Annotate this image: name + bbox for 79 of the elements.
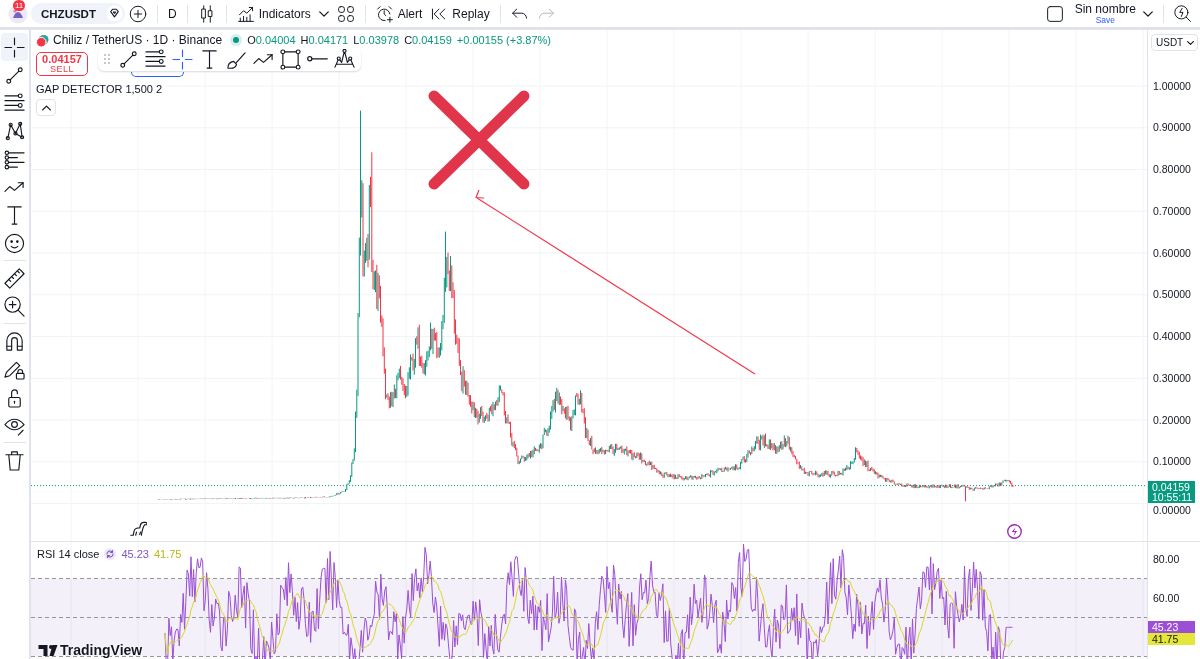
price-axis-label: 0.50000 bbox=[1153, 288, 1191, 302]
crosshair-icon bbox=[172, 48, 193, 70]
sell-button[interactable]: 0.04157 SELL bbox=[36, 52, 88, 76]
alarm-clock-icon bbox=[375, 4, 394, 23]
peaks-pattern-tool-button[interactable] bbox=[331, 47, 358, 71]
save-link[interactable]: Save bbox=[1095, 15, 1115, 25]
crosshair-tool-button[interactable] bbox=[1, 33, 28, 61]
ohlc-label: L bbox=[353, 34, 360, 46]
node-lines-icon bbox=[4, 148, 25, 170]
smiley-icon bbox=[4, 232, 25, 254]
chevron-down-icon bbox=[1143, 10, 1153, 17]
replay-button[interactable]: Replay bbox=[426, 2, 494, 25]
rsi-average-badge: 41.75 bbox=[1148, 633, 1195, 645]
price-axis-label: 1.00000 bbox=[1153, 79, 1191, 93]
ohlc-value: 0.03978 bbox=[359, 34, 400, 46]
chevron-down-icon bbox=[318, 10, 329, 17]
price-axis-label: 0.80000 bbox=[1153, 163, 1191, 176]
price-axis-label: 0.30000 bbox=[1153, 371, 1191, 385]
indicator-label[interactable]: GAP DETECTOR 1,500 2 bbox=[36, 82, 163, 96]
ruler-icon bbox=[4, 267, 25, 289]
alert-button[interactable]: Alert bbox=[371, 2, 427, 25]
price-axis-label: 0.20000 bbox=[1153, 413, 1191, 427]
square-icon bbox=[1045, 4, 1064, 23]
status-dot-icon bbox=[230, 34, 243, 46]
indicator-title[interactable]: RSI 14 close bbox=[37, 548, 100, 560]
rsi-value-badge: 45.23 bbox=[1148, 621, 1195, 633]
ohlc-value: 0.04159 bbox=[412, 34, 452, 46]
rsi-axis-label: 80.00 bbox=[1153, 552, 1180, 566]
symbol-title[interactable]: Chiliz / TetherUS · 1D · Binance bbox=[53, 33, 223, 47]
interval-button[interactable]: D bbox=[163, 2, 181, 25]
chevron-down-icon bbox=[1187, 40, 1194, 45]
last-price-value: 0.04159 bbox=[1152, 481, 1191, 492]
price-axis-label: 0.00000 bbox=[1153, 504, 1191, 517]
price-axis-label: 0.90000 bbox=[1153, 121, 1191, 135]
pattern-icon bbox=[4, 120, 25, 142]
dinosaur-icon bbox=[130, 519, 147, 539]
text-icon bbox=[4, 204, 25, 226]
trend-line-icon bbox=[4, 64, 25, 86]
ohlc-label: H bbox=[300, 34, 309, 46]
ray-icon bbox=[307, 56, 328, 62]
plus-circle-icon bbox=[128, 4, 147, 23]
coin-logo-icon bbox=[36, 33, 49, 47]
rsi-average-value: 41.75 bbox=[153, 548, 182, 560]
bar-chart-icon bbox=[236, 4, 255, 23]
currency-dropdown[interactable]: USDT bbox=[1151, 34, 1198, 51]
price-axis-label: 0.40000 bbox=[1153, 330, 1191, 343]
horizontal-lines-icon bbox=[145, 48, 166, 70]
bar-countdown: 10:55:11 bbox=[1152, 492, 1194, 503]
trash-icon bbox=[4, 449, 25, 471]
zoom-in-icon bbox=[4, 295, 25, 317]
indicators-button[interactable]: Indicators bbox=[232, 2, 315, 25]
ohlc-label: O bbox=[247, 34, 256, 46]
layout-name-button[interactable]: Sin nombre bbox=[1071, 2, 1139, 15]
refresh-icon bbox=[104, 548, 117, 560]
logo-icon bbox=[38, 645, 58, 656]
grid-icon bbox=[336, 4, 355, 23]
brand-name: TradingView bbox=[60, 643, 143, 658]
price-axis-label: 0.70000 bbox=[1153, 204, 1191, 218]
chevron-up-icon bbox=[41, 104, 51, 111]
magnet-icon bbox=[4, 330, 25, 352]
price-change: +0.00155 (+3.87%) bbox=[456, 34, 552, 46]
rsi-value: 45.23 bbox=[121, 548, 149, 560]
rectangle-tool-button[interactable] bbox=[277, 47, 304, 71]
search-icon bbox=[1174, 4, 1192, 23]
gem-icon bbox=[105, 5, 123, 22]
ohlc-label: C bbox=[404, 34, 413, 46]
collapse-button[interactable] bbox=[36, 99, 56, 116]
trend-line-icon bbox=[118, 48, 139, 70]
rsi-axis-label: 60.00 bbox=[1153, 591, 1180, 605]
price-axis-label: 0.60000 bbox=[1153, 246, 1191, 260]
ohlc-value: 0.04004 bbox=[255, 34, 296, 46]
crosshair-icon bbox=[4, 36, 25, 58]
drag-handle-icon bbox=[104, 54, 110, 64]
text-icon bbox=[199, 48, 220, 70]
notification-badge: 11 bbox=[13, 0, 26, 11]
horizontal-lines-icon bbox=[4, 92, 25, 114]
ohlc-value: 0.04171 bbox=[308, 34, 349, 46]
symbol-button[interactable]: CHZUSDT bbox=[31, 3, 125, 24]
price-axis-label: 0.10000 bbox=[1153, 455, 1191, 469]
